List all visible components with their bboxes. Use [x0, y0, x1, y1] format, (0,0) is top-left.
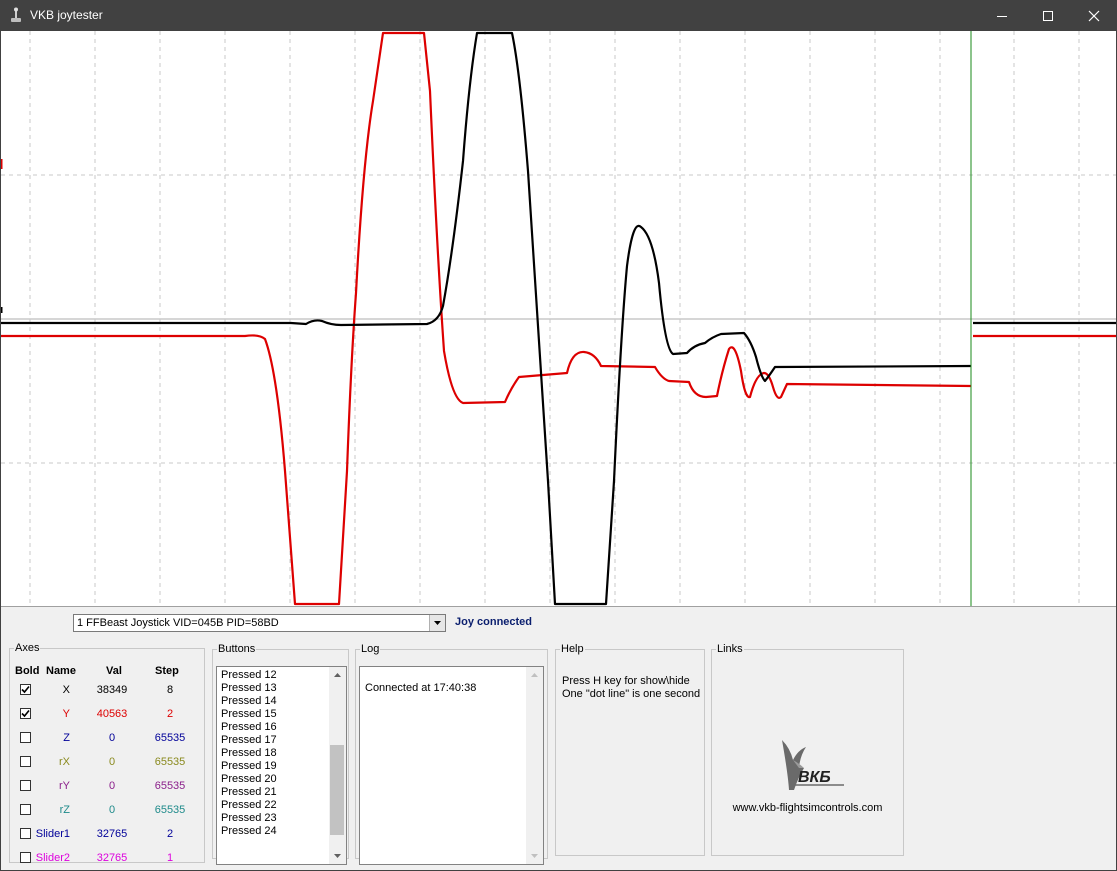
- list-item: Pressed 13: [221, 682, 277, 694]
- panel-separator: [1, 606, 1116, 607]
- close-button[interactable]: [1071, 0, 1117, 31]
- axis-name: rY: [59, 780, 70, 792]
- buttons-list[interactable]: Pressed 12 Pressed 13 Pressed 14 Pressed 15…: [216, 666, 347, 865]
- chevron-down-icon[interactable]: [429, 615, 445, 631]
- axis-step: 65535: [154, 780, 186, 792]
- list-item: Pressed 15: [221, 708, 277, 720]
- links-group: Links ВКБ www.vkb-flightsimcontrols.com: [711, 644, 904, 856]
- maximize-icon: [1043, 10, 1053, 21]
- minimize-icon: [997, 15, 1007, 17]
- axes-group-title: Axes: [15, 642, 40, 654]
- scroll-up-icon[interactable]: [329, 667, 346, 683]
- scrollbar-thumb[interactable]: [330, 744, 344, 835]
- maximize-button[interactable]: [1025, 0, 1071, 31]
- close-icon: [1088, 10, 1100, 21]
- device-select[interactable]: 1 FFBeast Joystick VID=045B PID=58BD: [73, 614, 446, 632]
- axis-plot: [1, 31, 1116, 606]
- device-select-value: 1 FFBeast Joystick VID=045B PID=58BD: [77, 617, 279, 629]
- minimize-button[interactable]: [979, 0, 1025, 31]
- links-group-title: Links: [717, 643, 743, 655]
- list-item: Pressed 14: [221, 695, 277, 707]
- log-line: Connected at 17:40:38: [365, 682, 477, 694]
- axis-value: 32765: [96, 852, 128, 864]
- buttons-group-title: Buttons: [218, 643, 256, 655]
- vkb-logo: ВКБ: [782, 740, 844, 790]
- list-item: Pressed 20: [221, 773, 277, 785]
- scroll-down-icon[interactable]: [526, 848, 543, 864]
- list-item: Pressed 24: [221, 825, 277, 837]
- axis-step: 8: [166, 684, 174, 696]
- window-title: VKB joytester: [30, 8, 103, 22]
- axis-row: rY 0 65535: [10, 776, 204, 798]
- axis-value: 0: [108, 780, 116, 792]
- scroll-up-icon[interactable]: [526, 667, 543, 683]
- list-item: Pressed 22: [221, 799, 277, 811]
- axis-value: 40563: [96, 708, 128, 720]
- plot-canvas: [1, 31, 1116, 606]
- help-group-title: Help: [561, 643, 584, 655]
- axis-value: 38349: [96, 684, 128, 696]
- log-group: Log Connected at 17:40:38: [355, 643, 548, 865]
- help-group: Help Press H key for show\hide One "dot …: [555, 644, 705, 856]
- axis-value: 0: [108, 732, 116, 744]
- axis-name: rX: [59, 756, 70, 768]
- axis-name: Slider1: [35, 828, 70, 840]
- axis-row: rZ 0 65535: [10, 800, 204, 822]
- axis-step: 1: [166, 852, 174, 864]
- axis-row: Slider1 32765 2: [10, 824, 204, 846]
- axis-step: 65535: [154, 732, 186, 744]
- axes-header-name: Name: [46, 665, 76, 677]
- title-bar: VKB joytester: [0, 0, 1117, 31]
- scroll-down-icon[interactable]: [329, 848, 346, 864]
- axis-step: 2: [166, 828, 174, 840]
- list-item: Pressed 17: [221, 734, 277, 746]
- axes-header-step: Step: [155, 665, 179, 677]
- log-group-title: Log: [361, 643, 380, 655]
- axis-row: rX 0 65535: [10, 752, 204, 774]
- help-line: One "dot line" is one second: [562, 688, 701, 700]
- axis-row: X 38349 8: [10, 680, 204, 702]
- connection-status: Joy connected: [455, 616, 533, 628]
- axis-value: 32765: [96, 828, 128, 840]
- vkb-link[interactable]: www.vkb-flightsimcontrols.com: [712, 802, 903, 814]
- joystick-icon: [11, 7, 21, 22]
- axis-row: Z 0 65535: [10, 728, 204, 750]
- buttons-group: Buttons Pressed 12 Pressed 13 Pressed 14 Pr…: [212, 643, 349, 865]
- list-item: Pressed 16: [221, 721, 277, 733]
- axes-header-bold: Bold: [15, 665, 40, 677]
- log-textbox[interactable]: Connected at 17:40:38: [359, 666, 544, 865]
- log-scrollbar[interactable]: [526, 667, 543, 864]
- svg-text:ВКБ: ВКБ: [798, 769, 831, 786]
- axis-name: Y: [62, 708, 70, 720]
- axis-step: 65535: [154, 756, 186, 768]
- axes-header-val: Val: [106, 665, 122, 677]
- axis-value: 0: [108, 756, 116, 768]
- axis-name: Z: [63, 732, 70, 744]
- axes-group: Axes Bold Name Val Step X 38349 8 Y 40563 2 Z 0…: [9, 642, 205, 864]
- axis-value: 0: [108, 804, 116, 816]
- list-item: Pressed 19: [221, 760, 277, 772]
- axis-row: Slider2 32765 1: [10, 848, 204, 870]
- buttons-scrollbar[interactable]: [329, 667, 346, 864]
- axis-step: 65535: [154, 804, 186, 816]
- axis-step: 2: [166, 708, 174, 720]
- axis-name: X: [62, 684, 70, 696]
- axis-name: rZ: [59, 804, 70, 816]
- list-item: Pressed 23: [221, 812, 277, 824]
- help-line: Press H key for show\hide: [562, 675, 690, 687]
- list-item: Pressed 21: [221, 786, 277, 798]
- axis-name: Slider2: [35, 852, 70, 864]
- list-item: Pressed 12: [221, 669, 277, 681]
- axis-row: Y 40563 2: [10, 704, 204, 726]
- list-item: Pressed 18: [221, 747, 277, 759]
